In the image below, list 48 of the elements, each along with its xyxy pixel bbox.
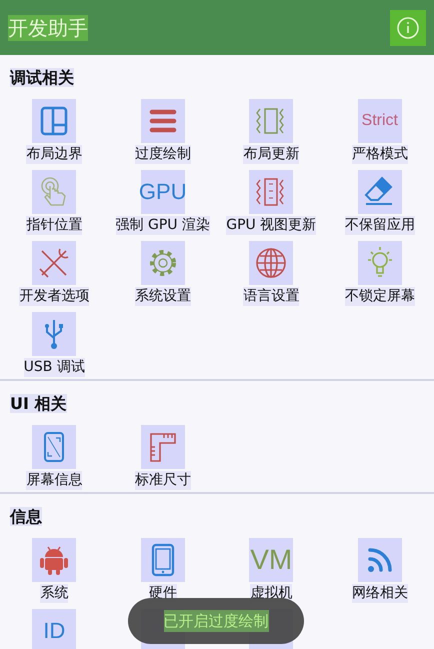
item-label: 不保留应用 [344, 216, 415, 235]
icon-tile[interactable]: ID [32, 609, 76, 649]
item-label: 布局更新 [243, 145, 300, 164]
item-label: 标准尺寸 [134, 471, 191, 490]
icon-tile[interactable]: VM [249, 538, 294, 582]
item-label: 强制 GPU 渲染 [116, 216, 210, 235]
item-label: USB 调试 [24, 358, 85, 377]
icon-tile[interactable] [32, 425, 76, 469]
lettering-icon: ID [43, 620, 66, 642]
item-label: 指针位置 [26, 216, 82, 235]
lettering-icon: GPU [138, 181, 187, 203]
icon-tile[interactable] [249, 241, 294, 285]
icon-tile[interactable] [358, 170, 402, 214]
icon-tile[interactable] [140, 241, 185, 285]
app-title: 开发助手 [8, 14, 88, 40]
item-label: 系统设置 [134, 287, 191, 306]
icon-tile[interactable] [140, 538, 185, 582]
icon-tile[interactable] [249, 99, 294, 143]
info-icon [396, 16, 420, 40]
section-heading: 信息 [10, 507, 42, 526]
item-label: 不锁定屏幕 [344, 287, 415, 306]
item-label: 网络相关 [352, 584, 408, 603]
icon-tile[interactable] [140, 99, 185, 143]
section-heading: UI 相关 [10, 394, 67, 413]
item-label: 开发者选项 [19, 287, 90, 306]
icon-tile[interactable] [32, 170, 76, 214]
item-label: 屏幕信息 [26, 471, 82, 490]
icon-tile[interactable] [32, 99, 76, 143]
icon-tile[interactable]: Strict [358, 99, 402, 143]
item-label: 过度绘制 [134, 145, 191, 164]
item-label: 严格模式 [352, 145, 408, 164]
icon-tile[interactable] [32, 312, 76, 356]
item-label: 语言设置 [243, 287, 300, 306]
icon-tile[interactable] [140, 425, 185, 469]
icon-tile[interactable]: GPU [140, 170, 185, 214]
icon-tile[interactable] [358, 241, 402, 285]
lettering-icon: VM [250, 546, 292, 574]
item-label: GPU 视图更新 [226, 216, 316, 235]
info-button[interactable] [390, 10, 426, 46]
item-label: 布局边界 [26, 145, 82, 164]
lettering-icon: Strict [362, 113, 398, 129]
toast-message: 已开启过度绘制 [164, 610, 268, 632]
icon-tile[interactable] [32, 538, 76, 582]
icon-tile[interactable] [358, 538, 402, 582]
icon-tile[interactable] [32, 241, 76, 285]
item-label: 系统 [40, 584, 68, 603]
icon-tile[interactable] [249, 170, 294, 214]
section-heading: 调试相关 [10, 68, 74, 87]
